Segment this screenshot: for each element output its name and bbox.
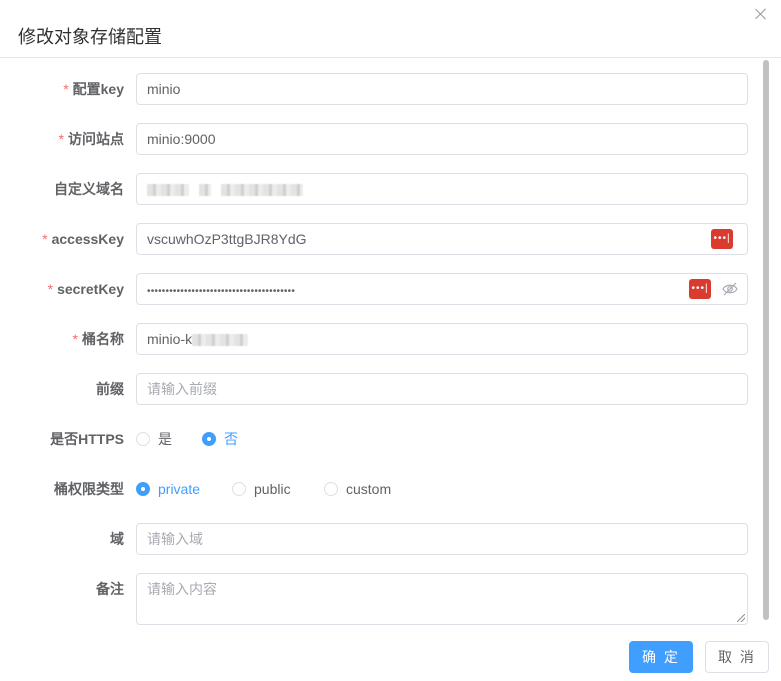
secret-key-value: ••••••••••••••••••••••••••••••••••••••••	[147, 286, 296, 297]
access-key-label: accessKey	[51, 231, 124, 247]
form-item-https: 是否HTTPS 是 否	[0, 423, 760, 455]
confirm-button[interactable]: 确 定	[629, 641, 693, 673]
redacted-text	[220, 184, 303, 197]
form-item-endpoint: * 访问站点 minio:9000	[0, 123, 760, 155]
redacted-text	[147, 184, 189, 197]
password-manager-icon[interactable]: •••|	[689, 279, 711, 299]
region-input[interactable]: 请输入域	[136, 523, 748, 555]
dialog-footer: 确 定 取 消	[0, 626, 781, 681]
dialog-header: 修改对象存储配置	[0, 0, 781, 58]
form-item-secret-key: * secretKey •••••••••••••••••••••••••••••…	[0, 273, 760, 305]
https-radio-yes[interactable]: 是	[136, 423, 172, 455]
required-asterisk: *	[42, 231, 48, 247]
radio-circle	[324, 482, 338, 496]
required-asterisk: *	[47, 281, 54, 297]
radio-circle	[136, 482, 150, 496]
remark-label: 备注	[96, 581, 124, 597]
custom-domain-label: 自定义域名	[54, 181, 124, 197]
custom-domain-input[interactable]	[136, 173, 748, 205]
password-manager-icon[interactable]: •••|	[711, 229, 733, 249]
bucket-name-label: 桶名称	[82, 331, 124, 347]
cancel-button[interactable]: 取 消	[705, 641, 769, 673]
radio-circle	[136, 432, 150, 446]
close-icon[interactable]	[751, 5, 771, 25]
bucket-acl-label: 桶权限类型	[54, 481, 124, 497]
region-label: 域	[110, 531, 124, 547]
required-asterisk: *	[58, 131, 64, 147]
remark-placeholder: 请输入内容	[147, 581, 217, 597]
resize-handle-icon[interactable]	[737, 614, 745, 622]
remark-textarea[interactable]: 请输入内容	[136, 573, 748, 625]
config-key-input[interactable]: minio	[136, 73, 748, 105]
dialog-body: * 配置key minio * 访问站点 minio:9000 自定义域名 * acc…	[0, 59, 781, 626]
acl-radio-public[interactable]: public	[232, 473, 291, 505]
dialog-title: 修改对象存储配置	[18, 27, 162, 47]
acl-radio-custom[interactable]: custom	[324, 473, 391, 505]
endpoint-label: 访问站点	[68, 131, 124, 147]
eye-off-icon[interactable]	[721, 280, 739, 298]
edit-oss-config-dialog: 修改对象存储配置 * 配置key minio * 访问站点 minio:9000 自…	[0, 0, 781, 681]
bucket-name-input[interactable]: minio-k	[136, 323, 748, 355]
form-item-custom-domain: 自定义域名	[0, 173, 760, 205]
redacted-text	[192, 334, 249, 347]
redacted-text	[198, 184, 211, 197]
form-item-access-key: * accessKey vscuwhOzP3ttgBJR8YdG •••|	[0, 223, 760, 255]
prefix-input[interactable]: 请输入前缀	[136, 373, 748, 405]
vertical-scrollbar[interactable]	[763, 60, 769, 620]
secret-key-label: secretKey	[57, 281, 124, 297]
radio-circle	[202, 432, 216, 446]
radio-circle	[232, 482, 246, 496]
secret-key-input[interactable]: ••••••••••••••••••••••••••••••••••••••••…	[136, 273, 748, 305]
endpoint-input[interactable]: minio:9000	[136, 123, 748, 155]
form-item-bucket-acl: 桶权限类型 private public custom	[0, 473, 760, 505]
config-key-label: 配置key	[72, 81, 124, 97]
required-asterisk: *	[63, 81, 69, 97]
https-label: 是否HTTPS	[50, 431, 124, 447]
access-key-input[interactable]: vscuwhOzP3ttgBJR8YdG •••|	[136, 223, 748, 255]
form-item-region: 域 请输入域	[0, 523, 760, 555]
form-item-bucket-name: * 桶名称 minio-k	[0, 323, 760, 355]
form-item-remark: 备注 请输入内容	[0, 573, 760, 625]
form-item-config-key: * 配置key minio	[0, 73, 760, 105]
bucket-name-value: minio-k	[147, 331, 193, 347]
prefix-label: 前缀	[96, 381, 124, 397]
acl-radio-private[interactable]: private	[136, 473, 200, 505]
access-key-value: vscuwhOzP3ttgBJR8YdG	[147, 231, 307, 247]
required-asterisk: *	[72, 331, 78, 347]
https-radio-no[interactable]: 否	[202, 423, 238, 455]
form-item-prefix: 前缀 请输入前缀	[0, 373, 760, 405]
